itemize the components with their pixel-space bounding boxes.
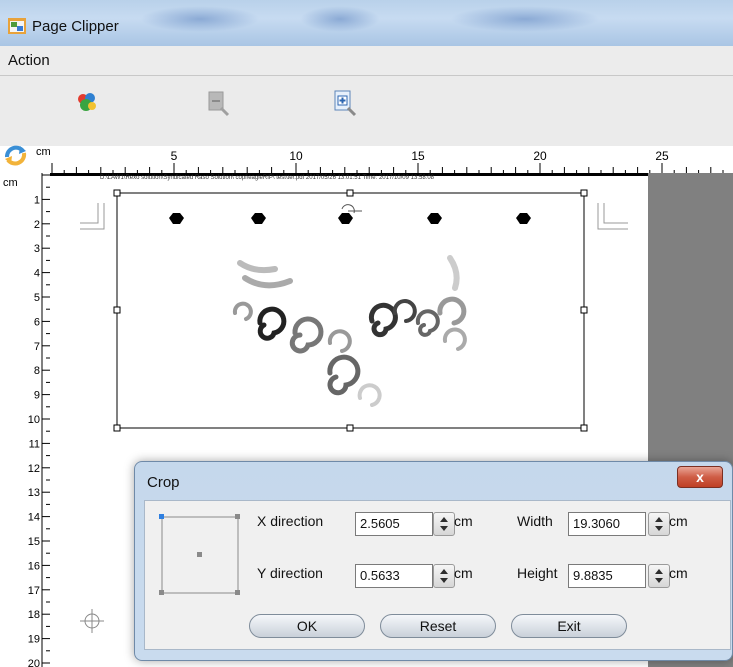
- ruler-unit-label: cm: [36, 146, 51, 158]
- width-label: Width: [517, 513, 553, 529]
- x-direction-input[interactable]: 2.5605: [355, 512, 433, 536]
- ruler-label: 10: [28, 414, 40, 426]
- crosshair-icon: [80, 609, 104, 633]
- reset-button[interactable]: Reset: [380, 614, 496, 638]
- ruler-label: 6: [34, 316, 40, 328]
- ruler-unit-label: cm: [3, 177, 18, 189]
- window-title: Page Clipper: [32, 18, 119, 35]
- menu-item-action[interactable]: Action: [8, 52, 50, 69]
- x-direction-label: X direction: [257, 513, 324, 529]
- registration-dots: [169, 213, 531, 224]
- crop-preview-box: [159, 514, 240, 595]
- refresh-icon[interactable]: [2, 143, 30, 167]
- ruler-label: 4: [34, 268, 40, 280]
- y-direction-label: Y direction: [257, 565, 323, 581]
- exit-button[interactable]: Exit: [511, 614, 627, 638]
- width-unit: cm: [669, 513, 688, 529]
- height-input[interactable]: 9.8835: [568, 564, 646, 588]
- close-button[interactable]: x: [677, 466, 723, 488]
- crop-dialog: Crop x X direction 2.5605 cm Y direction…: [134, 461, 733, 661]
- ruler-label: 8: [34, 365, 40, 377]
- ruler-label: 15: [28, 536, 40, 548]
- ruler-label: 17: [28, 585, 40, 597]
- ruler-label: 16: [28, 560, 40, 572]
- dialog-body: X direction 2.5605 cm Y direction 0.5633…: [144, 500, 731, 650]
- crop-selection-rect: [116, 192, 585, 429]
- ruler-label: 12: [28, 463, 40, 475]
- ruler-label: 7: [34, 341, 40, 353]
- y-direction-spinner[interactable]: [433, 564, 455, 588]
- menu-bar: Action: [0, 46, 733, 76]
- title-bar-glare: [300, 6, 380, 32]
- dialog-title: Crop: [147, 474, 180, 491]
- height-spinner[interactable]: [648, 564, 670, 588]
- toolbar: [0, 76, 733, 146]
- horizontal-ruler-ticks: 5 10 15 20 25: [51, 149, 724, 173]
- swirl-artwork: [232, 255, 467, 407]
- crop-mark-top-right: [597, 203, 628, 230]
- ruler-label: 5: [34, 292, 40, 304]
- ruler-label: 13: [28, 487, 40, 499]
- ruler-label: 10: [289, 149, 303, 163]
- ruler-label: 1: [34, 194, 40, 206]
- ok-button[interactable]: OK: [249, 614, 365, 638]
- zoom-in-icon[interactable]: [330, 88, 360, 118]
- app-icon: [8, 18, 26, 34]
- ruler-label: 15: [411, 149, 425, 163]
- ruler-label: 20: [533, 149, 547, 163]
- ruler-label: 9: [34, 390, 40, 402]
- ruler-label: 5: [171, 149, 178, 163]
- ruler-label: 18: [28, 609, 40, 621]
- ruler-label: 19: [28, 634, 40, 646]
- ruler-label: 20: [28, 658, 40, 667]
- horizontal-ruler: 5 10 15 20 25: [50, 146, 733, 173]
- colorful-tool-icon[interactable]: [72, 88, 102, 118]
- vertical-ruler: cm 1 2 3 4 5 6 7 8 9 10 11 12 13 14 15 16 17 18 19 20: [0, 173, 50, 667]
- width-input[interactable]: 19.3060: [568, 512, 646, 536]
- crop-handles: [113, 189, 588, 432]
- title-bar-glare: [140, 6, 260, 32]
- height-label: Height: [517, 565, 558, 581]
- crop-mark-top-left: [80, 203, 105, 230]
- ruler-label: 3: [34, 243, 40, 255]
- ruler-label: 11: [29, 438, 40, 450]
- y-direction-input[interactable]: 0.5633: [355, 564, 433, 588]
- x-direction-spinner[interactable]: [433, 512, 455, 536]
- ruler-corner: cm: [0, 143, 51, 173]
- ruler-label: 2: [34, 219, 40, 231]
- title-bar: Page Clipper: [0, 0, 733, 46]
- zoom-out-icon[interactable]: [203, 88, 233, 118]
- ruler-label: 14: [28, 512, 40, 524]
- width-spinner[interactable]: [648, 512, 670, 536]
- height-unit: cm: [669, 565, 688, 581]
- y-direction-unit: cm: [454, 565, 473, 581]
- vertical-ruler-ticks: 1234567891011121314151617181920: [28, 173, 50, 667]
- x-direction-unit: cm: [454, 513, 473, 529]
- title-bar-glare: [450, 6, 600, 32]
- ruler-label: 25: [655, 149, 669, 163]
